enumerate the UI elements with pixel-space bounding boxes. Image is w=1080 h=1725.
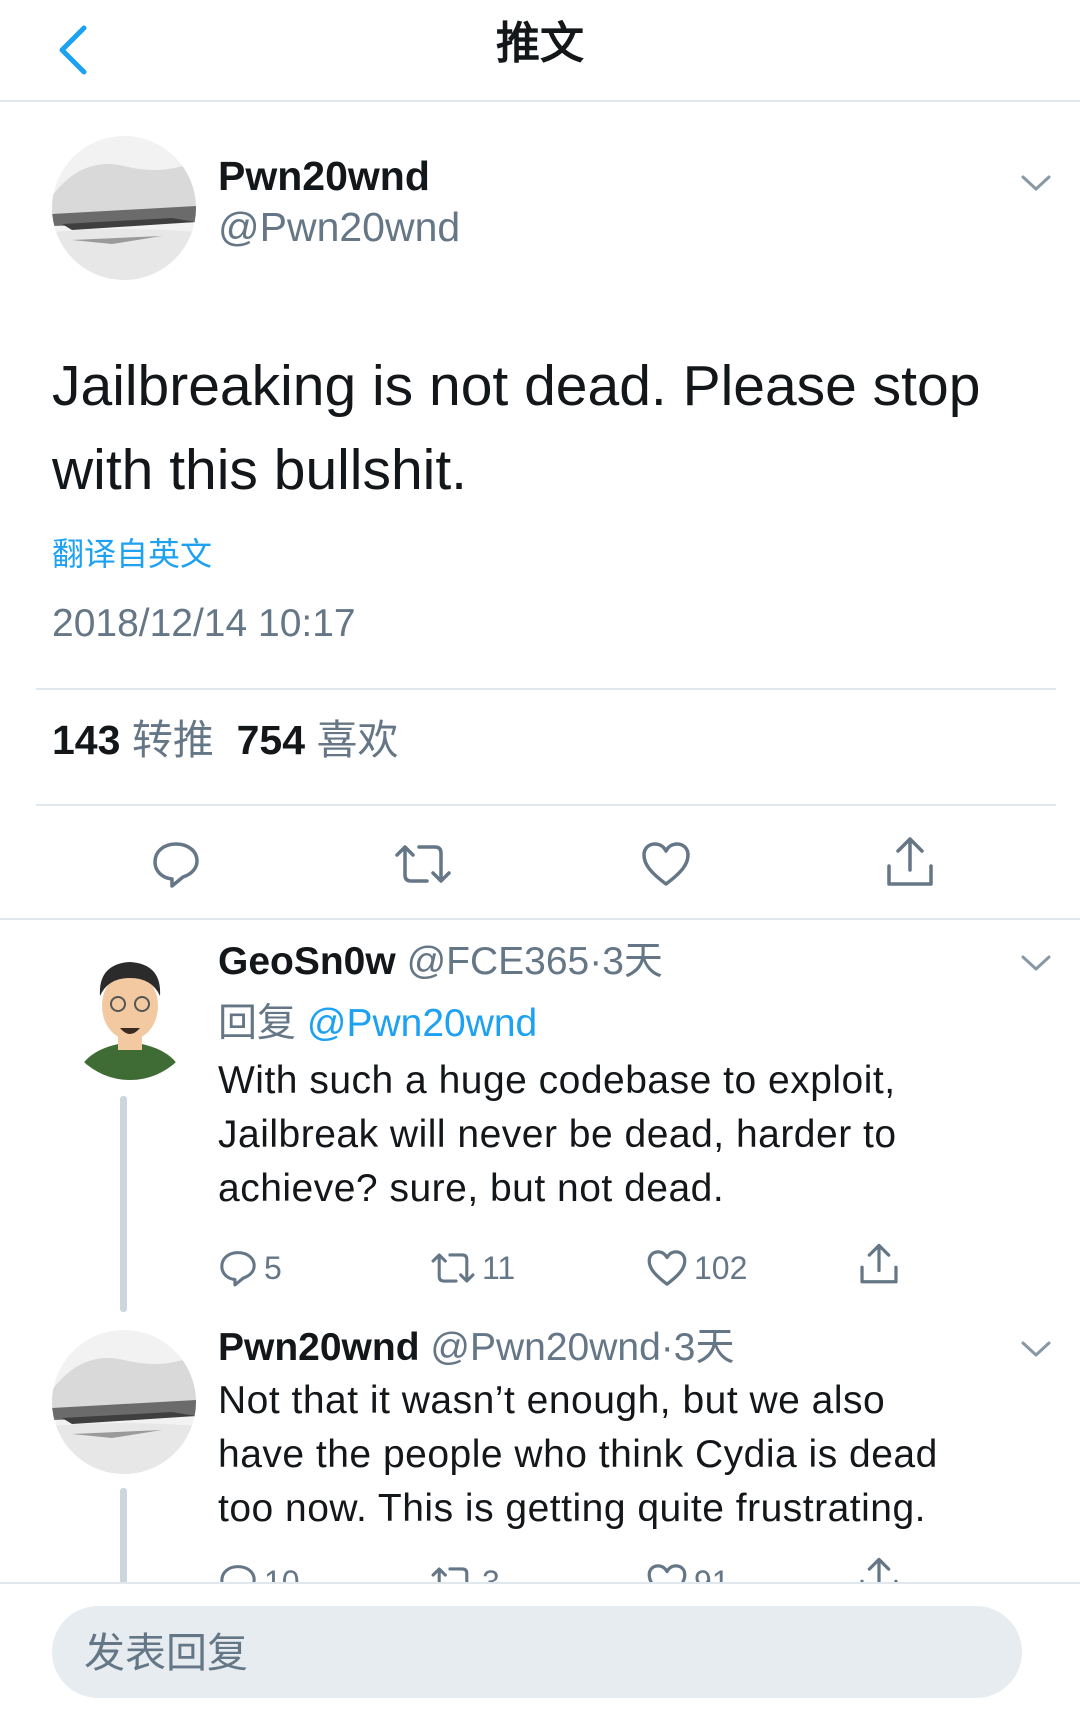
reply-text-line: too now. This is getting quite frustrati… xyxy=(218,1487,926,1530)
thread-connector xyxy=(120,1096,127,1312)
engagement-stats: 143 转推 754 喜欢 xyxy=(52,712,398,768)
replying-to: 回复 @Pwn20wnd xyxy=(218,998,537,1050)
tweet-text-line: with this bullshit. xyxy=(52,438,468,502)
reply-time: 3天 xyxy=(673,1326,735,1369)
retweet-icon xyxy=(395,845,451,883)
reply-text: With such a huge codebase to exploit, Ja… xyxy=(218,1054,1038,1216)
cartoon-avatar-image xyxy=(62,944,198,1080)
reply-count: 5 xyxy=(264,1249,282,1286)
reply-text-line: Not that it wasn’t enough, but we also xyxy=(218,1379,886,1422)
caret-down-icon xyxy=(1021,1341,1051,1357)
retweet-label: 转推 xyxy=(131,717,214,763)
author-name[interactable]: Pwn20wnd xyxy=(218,152,430,200)
retweet-count: 143 xyxy=(52,717,121,763)
share-icon xyxy=(887,837,933,886)
reply-author-name[interactable]: Pwn20wnd xyxy=(218,1326,420,1369)
reply-reply-button[interactable]: 5 xyxy=(218,1246,282,1290)
replying-to-handle[interactable]: @Pwn20wnd xyxy=(307,1002,537,1045)
reply-header: Pwn20wnd @Pwn20wnd·3天 xyxy=(218,1322,734,1374)
reply-button[interactable] xyxy=(146,834,206,894)
reply-retweet-button[interactable]: 11 xyxy=(430,1246,515,1290)
separator-dot: · xyxy=(589,940,603,983)
landscape-avatar-image xyxy=(52,1330,196,1474)
reply-text-line: achieve? sure, but not dead. xyxy=(218,1167,725,1210)
reply-text-line: With such a huge codebase to exploit, xyxy=(218,1059,896,1102)
retweet-count: 11 xyxy=(482,1249,516,1286)
reply-author-name[interactable]: GeoSn0w xyxy=(218,940,396,983)
separator-dot: · xyxy=(660,1326,674,1369)
reply-header: GeoSn0w @FCE365·3天 xyxy=(218,936,663,988)
translate-link[interactable]: 翻译自英文 xyxy=(52,532,212,576)
reply-avatar-pwn20wnd[interactable] xyxy=(52,1330,196,1474)
caret-down-icon xyxy=(1021,955,1051,971)
like-count: 754 xyxy=(236,717,306,763)
reply-time: 3天 xyxy=(602,940,663,983)
replying-to-label: 回复 xyxy=(218,1002,297,1045)
reply-author-handle[interactable]: @FCE365 xyxy=(407,940,590,983)
like-count: 102 xyxy=(694,1249,748,1286)
like-icon xyxy=(647,1250,687,1286)
retweet-icon xyxy=(431,1253,475,1283)
caret-down-icon xyxy=(1021,175,1051,191)
share-button[interactable] xyxy=(880,830,940,894)
reply-options-button[interactable] xyxy=(1016,1334,1056,1364)
reply-author-handle[interactable]: @Pwn20wnd xyxy=(430,1326,660,1369)
reply-avatar-geosn0w[interactable] xyxy=(62,944,198,1080)
thread-connector xyxy=(120,1488,127,1584)
reply-input-placeholder: 发表回复 xyxy=(84,1630,248,1676)
tweet-options-button[interactable] xyxy=(1016,168,1056,198)
share-icon xyxy=(860,1243,898,1284)
author-avatar[interactable] xyxy=(52,136,196,280)
reply-like-button[interactable]: 102 xyxy=(646,1246,747,1290)
divider xyxy=(36,688,1056,690)
page-title: 推文 xyxy=(496,19,584,68)
divider xyxy=(0,918,1080,920)
reply-text-line: have the people who think Cydia is dead xyxy=(218,1433,938,1476)
tweet-text: Jailbreaking is not dead. Please stop wi… xyxy=(52,344,1012,512)
reply-options-button[interactable] xyxy=(1016,948,1056,978)
tweet-timestamp: 2018/12/14 10:17 xyxy=(52,602,356,645)
author-handle[interactable]: @Pwn20wnd xyxy=(218,203,460,251)
reply-text: Not that it wasn’t enough, but we also h… xyxy=(218,1374,1038,1536)
like-button[interactable] xyxy=(636,834,696,894)
reply-icon xyxy=(153,842,199,888)
landscape-avatar-image xyxy=(52,136,196,280)
reply-text-line: Jailbreak will never be dead, harder to xyxy=(218,1113,897,1156)
tweet-text-line: Jailbreaking is not dead. Please stop xyxy=(52,354,981,418)
like-label: 喜欢 xyxy=(316,717,399,763)
retweet-button[interactable] xyxy=(390,834,456,894)
reply-share-button[interactable] xyxy=(858,1242,900,1286)
reply-icon xyxy=(220,1251,256,1287)
retweets-stat[interactable]: 143 转推 xyxy=(52,717,214,763)
divider xyxy=(36,804,1056,806)
like-icon xyxy=(642,842,690,886)
likes-stat[interactable]: 754 喜欢 xyxy=(237,717,399,763)
